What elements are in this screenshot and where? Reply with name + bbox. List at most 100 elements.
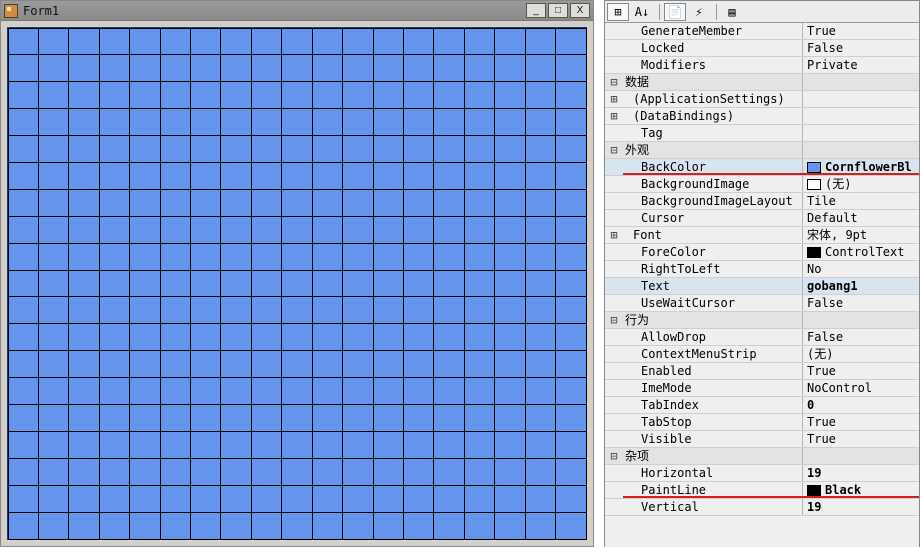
gutter — [605, 278, 623, 294]
maximize-button[interactable]: □ — [548, 3, 568, 18]
property-row[interactable]: VisibleTrue — [605, 431, 919, 448]
property-value[interactable]: False — [803, 329, 919, 345]
category-row[interactable]: ⊟数据 — [605, 74, 919, 91]
property-value[interactable] — [803, 448, 919, 464]
property-name: GenerateMember — [623, 23, 803, 39]
property-value[interactable] — [803, 125, 919, 141]
gobang-board[interactable] — [7, 27, 587, 540]
property-value[interactable]: Private — [803, 57, 919, 73]
property-value[interactable]: 19 — [803, 465, 919, 481]
property-value[interactable] — [803, 91, 919, 107]
property-row[interactable]: Vertical19 — [605, 499, 919, 516]
properties-button[interactable]: 📄 — [664, 3, 686, 21]
property-name: Tag — [623, 125, 803, 141]
property-value[interactable]: True — [803, 431, 919, 447]
property-value[interactable]: Black — [803, 482, 919, 498]
property-row[interactable]: Tag — [605, 125, 919, 142]
property-row[interactable]: BackColorCornflowerBl — [605, 159, 919, 176]
property-value[interactable]: CornflowerBl — [803, 159, 919, 175]
property-value[interactable]: 19 — [803, 499, 919, 515]
property-row[interactable]: LockedFalse — [605, 40, 919, 57]
property-row[interactable]: ImeModeNoControl — [605, 380, 919, 397]
expand-toggle[interactable]: ⊞ — [605, 108, 623, 124]
minimize-button[interactable]: _ — [526, 3, 546, 18]
property-value[interactable]: No — [803, 261, 919, 277]
property-row[interactable]: TabStopTrue — [605, 414, 919, 431]
property-row[interactable]: EnabledTrue — [605, 363, 919, 380]
property-value[interactable]: 宋体, 9pt — [803, 227, 919, 243]
property-row[interactable]: ContextMenuStrip(无) — [605, 346, 919, 363]
expand-toggle[interactable]: ⊟ — [605, 312, 623, 328]
gutter — [605, 363, 623, 379]
property-grid[interactable]: GenerateMemberTrueLockedFalseModifiersPr… — [605, 23, 919, 547]
expand-toggle[interactable]: ⊞ — [605, 227, 623, 243]
category-row[interactable]: ⊟杂项 — [605, 448, 919, 465]
property-row[interactable]: ⊞(DataBindings) — [605, 108, 919, 125]
property-name: Visible — [623, 431, 803, 447]
property-row[interactable]: Textgobang1 — [605, 278, 919, 295]
property-row[interactable]: BackgroundImageLayoutTile — [605, 193, 919, 210]
property-value-text: Private — [807, 57, 858, 73]
property-value[interactable]: gobang1 — [803, 278, 919, 294]
property-name: AllowDrop — [623, 329, 803, 345]
expand-toggle[interactable]: ⊟ — [605, 142, 623, 158]
property-name: 外观 — [623, 142, 803, 158]
property-value[interactable] — [803, 142, 919, 158]
property-value[interactable]: True — [803, 363, 919, 379]
expand-toggle[interactable]: ⊟ — [605, 74, 623, 90]
property-row[interactable]: ⊞Font宋体, 9pt — [605, 227, 919, 244]
category-row[interactable]: ⊟行为 — [605, 312, 919, 329]
property-row[interactable]: RightToLeftNo — [605, 261, 919, 278]
property-value[interactable] — [803, 108, 919, 124]
form-window: Form1 _ □ X — [0, 0, 594, 547]
property-row[interactable]: CursorDefault — [605, 210, 919, 227]
property-value-text: 0 — [807, 397, 814, 413]
property-row[interactable]: ⊞(ApplicationSettings) — [605, 91, 919, 108]
property-value[interactable]: True — [803, 23, 919, 39]
events-button[interactable]: ⚡ — [688, 3, 710, 21]
property-value[interactable]: False — [803, 295, 919, 311]
property-row[interactable]: Horizontal19 — [605, 465, 919, 482]
property-row[interactable]: TabIndex0 — [605, 397, 919, 414]
property-value[interactable] — [803, 74, 919, 90]
property-name: 行为 — [623, 312, 803, 328]
property-row[interactable]: PaintLineBlack — [605, 482, 919, 499]
property-name: Horizontal — [623, 465, 803, 481]
categorized-button[interactable]: ⊞ — [607, 3, 629, 21]
property-row[interactable]: AllowDropFalse — [605, 329, 919, 346]
category-row[interactable]: ⊟外观 — [605, 142, 919, 159]
property-value-text: (无) — [825, 176, 851, 192]
splitter[interactable] — [594, 0, 604, 547]
property-value[interactable]: Default — [803, 210, 919, 226]
property-value-text: True — [807, 431, 836, 447]
toolbar-separator — [659, 4, 660, 20]
property-value-text: True — [807, 23, 836, 39]
property-value[interactable] — [803, 312, 919, 328]
property-row[interactable]: GenerateMemberTrue — [605, 23, 919, 40]
expand-toggle[interactable]: ⊞ — [605, 91, 623, 107]
expand-toggle[interactable]: ⊟ — [605, 448, 623, 464]
property-name: Modifiers — [623, 57, 803, 73]
property-value[interactable]: ControlText — [803, 244, 919, 260]
titlebar[interactable]: Form1 _ □ X — [1, 1, 593, 21]
property-row[interactable]: UseWaitCursorFalse — [605, 295, 919, 312]
gutter — [605, 499, 623, 515]
property-pages-button[interactable]: ▤ — [721, 3, 743, 21]
property-row[interactable]: ForeColorControlText — [605, 244, 919, 261]
gutter — [605, 40, 623, 56]
property-value[interactable]: (无) — [803, 176, 919, 192]
property-value-text: False — [807, 329, 843, 345]
alphabetical-button[interactable]: A↓ — [631, 3, 653, 21]
gutter — [605, 261, 623, 277]
property-value[interactable]: Tile — [803, 193, 919, 209]
property-value[interactable]: 0 — [803, 397, 919, 413]
property-value[interactable]: (无) — [803, 346, 919, 362]
property-row[interactable]: BackgroundImage(无) — [605, 176, 919, 193]
property-name: TabStop — [623, 414, 803, 430]
property-value[interactable]: True — [803, 414, 919, 430]
close-button[interactable]: X — [570, 3, 590, 18]
property-value[interactable]: False — [803, 40, 919, 56]
property-value[interactable]: NoControl — [803, 380, 919, 396]
property-row[interactable]: ModifiersPrivate — [605, 57, 919, 74]
property-value-text: 19 — [807, 499, 821, 515]
